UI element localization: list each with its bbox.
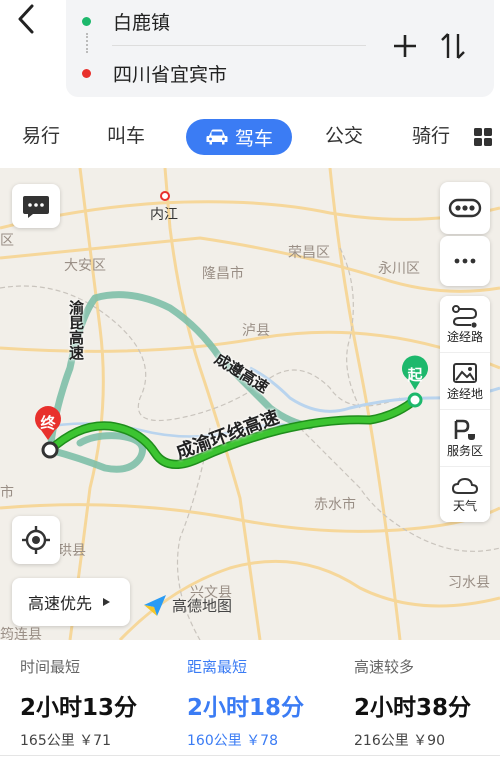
route-input-box: 白鹿镇 四川省宜宾市 <box>66 0 494 97</box>
chat-icon <box>23 196 49 218</box>
waypoint-road-label: 途经路 <box>446 329 483 344</box>
waypoint-road-icon <box>452 304 478 328</box>
locate-button[interactable] <box>12 516 60 564</box>
locate-icon <box>22 526 50 554</box>
feedback-button[interactable] <box>12 184 60 228</box>
routes-bottom-divider <box>0 755 500 756</box>
route-meta: 165公里 ￥71 <box>20 733 111 749</box>
route-time: 2小时38分 <box>354 695 472 721</box>
city-label: 永川区 <box>378 261 420 277</box>
waypoint-place-button[interactable]: 途经地 <box>440 353 490 409</box>
route-connector <box>86 33 88 53</box>
swap-icon <box>441 33 465 59</box>
service-area-label: 服务区 <box>446 443 483 458</box>
route-options: 时间最短 2小时13分 165公里 ￥71 距离最短 2小时18分 160公里 … <box>0 640 500 761</box>
car-icon <box>206 129 228 145</box>
city-label: 内江 <box>150 207 178 223</box>
tab-transit[interactable]: 公交 <box>325 118 363 154</box>
add-waypoint-button[interactable] <box>390 28 420 64</box>
tab-taxi[interactable]: 叫车 <box>107 118 145 154</box>
weather-label: 天气 <box>452 499 477 513</box>
city-label: 泸县 <box>242 323 270 339</box>
city-label: 荣昌区 <box>288 245 330 261</box>
traffic-toggle[interactable] <box>440 182 490 234</box>
start-marker[interactable]: 起 <box>400 360 430 390</box>
more-icon <box>454 258 476 264</box>
waypoint-place-icon <box>453 362 477 383</box>
route-tools-group: 途经路 途经地 服务区 天气 <box>440 296 490 522</box>
waypoint-road-button[interactable]: 途经路 <box>440 296 490 352</box>
route-option[interactable]: 高速较多 2小时38分 216公里 ￥90 <box>334 640 500 761</box>
traffic-icon <box>448 198 482 218</box>
city-label: 隆昌市 <box>202 266 244 282</box>
route-tag: 高速较多 <box>354 658 415 676</box>
back-arrow-icon <box>18 4 34 34</box>
origin-row[interactable]: 白鹿镇 <box>82 4 170 38</box>
origin-text[interactable]: 白鹿镇 <box>113 8 170 35</box>
destination-row[interactable]: 四川省宜宾市 <box>82 56 227 90</box>
amap-logo-icon <box>144 595 166 616</box>
route-meta: 216公里 ￥90 <box>354 733 445 749</box>
destination-text[interactable]: 四川省宜宾市 <box>113 60 227 87</box>
back-button[interactable] <box>14 2 54 42</box>
grid-icon <box>474 128 492 146</box>
swap-button[interactable] <box>438 28 468 64</box>
tab-driving[interactable]: 驾车 <box>186 119 292 155</box>
city-label: 习水县 <box>448 575 490 591</box>
service-area-icon <box>454 419 475 440</box>
route-option[interactable]: 时间最短 2小时13分 165公里 ￥71 <box>0 640 166 761</box>
city-label: 大安区 <box>64 258 106 274</box>
service-area-button[interactable]: 服务区 <box>440 410 490 466</box>
city-label: 赤水市 <box>314 497 356 513</box>
more-modes-button[interactable] <box>464 124 500 152</box>
waypoint-place-label: 途经地 <box>446 386 483 401</box>
route-preference-label: 高速优先 <box>28 594 93 613</box>
plus-icon <box>394 35 416 57</box>
route-tag: 距离最短 <box>187 658 248 676</box>
transport-tabs: 易行 叫车 驾车 公交 骑行 <box>0 112 500 162</box>
destination-dot-icon <box>82 68 91 78</box>
city-label: 筠连县 <box>0 627 42 640</box>
weather-icon <box>451 477 479 494</box>
end-marker[interactable]: 终 <box>33 408 63 438</box>
triangle-right-icon <box>103 598 111 606</box>
route-preference-button[interactable]: 高速优先 <box>12 578 130 626</box>
map-tools-panel: 途经路 途经地 服务区 天气 <box>440 182 490 522</box>
tab-easy-travel[interactable]: 易行 <box>22 118 60 154</box>
city-label: 区 <box>0 233 14 249</box>
route-option-selected[interactable]: 距离最短 2小时18分 160公里 ￥78 <box>167 640 333 761</box>
route-tag: 时间最短 <box>20 658 81 676</box>
map-base <box>0 168 500 640</box>
city-label: 珙县 <box>58 543 86 559</box>
route-time: 2小时18分 <box>187 695 305 721</box>
city-label: 市 <box>0 485 14 501</box>
route-header: 白鹿镇 四川省宜宾市 <box>0 0 500 103</box>
amap-logo-text: 高德地图 <box>172 596 233 615</box>
route-time: 2小时13分 <box>20 695 138 721</box>
tab-driving-label: 驾车 <box>234 127 273 150</box>
route-divider <box>112 45 366 46</box>
weather-button[interactable]: 天气 <box>440 467 490 522</box>
map-view[interactable]: 内江 大安区 隆昌市 荣昌区 永川区 泸县 赤水市 兴文县 习水县 珙县 区 市… <box>0 168 500 640</box>
tab-cycling[interactable]: 骑行 <box>412 118 450 154</box>
more-options-button[interactable] <box>440 236 490 286</box>
highway-label: 渝昆高速 <box>67 300 85 360</box>
amap-logo: 高德地图 <box>142 593 232 617</box>
route-meta: 160公里 ￥78 <box>187 733 278 749</box>
origin-dot-icon <box>82 16 91 26</box>
